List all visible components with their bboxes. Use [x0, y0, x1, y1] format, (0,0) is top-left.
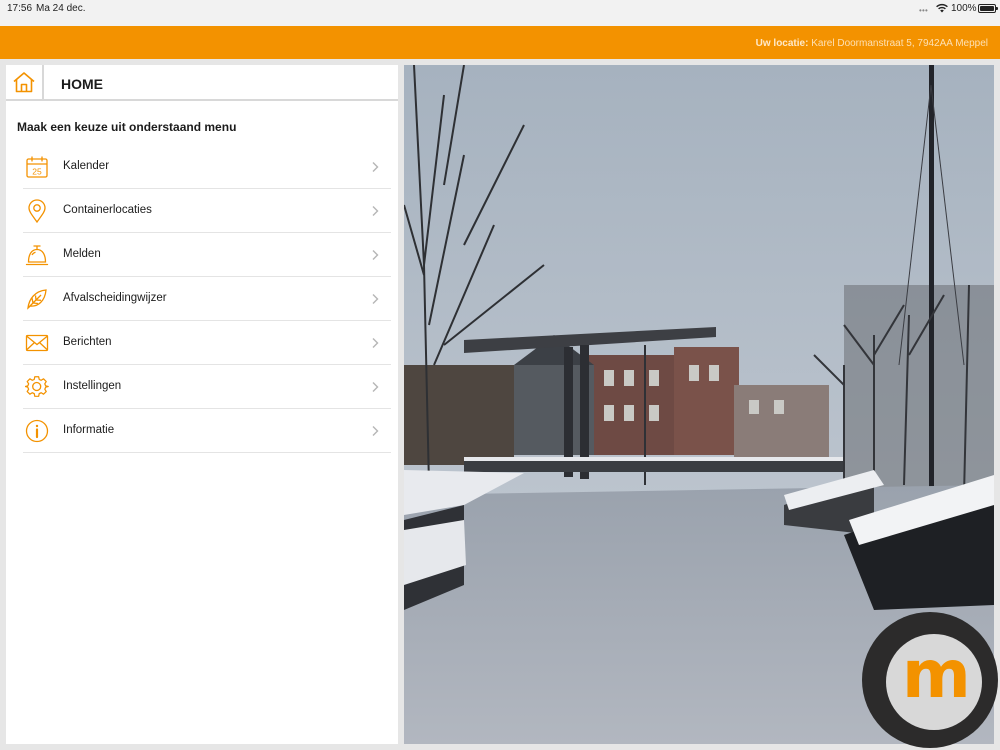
location-label: Uw locatie:: [755, 38, 809, 49]
menu-item-berichten[interactable]: Berichten: [23, 321, 391, 365]
page-title: HOME: [61, 76, 103, 92]
logo-letter: m: [902, 636, 971, 713]
menu-item-label: Instellingen: [63, 380, 122, 392]
battery-icon: [978, 4, 998, 13]
brand-logo: m: [862, 612, 998, 748]
location-address: Karel Doormanstraat 5, 7942AA Meppel: [811, 38, 988, 49]
main-menu: 25 Kalender Containerlocaties Melden Afv…: [23, 145, 391, 453]
status-time: 17:56: [7, 3, 33, 14]
menu-item-label: Kalender: [63, 160, 110, 172]
chevron-right-icon: [369, 424, 381, 436]
chevron-right-icon: [369, 336, 381, 348]
status-date: Ma 24 dec.: [36, 3, 86, 14]
leaf-icon: [25, 287, 49, 311]
info-icon: [25, 419, 49, 443]
envelope-icon: [25, 331, 49, 355]
chevron-right-icon: [369, 160, 381, 172]
panel-header: HOME: [6, 65, 398, 101]
menu-item-label: Containerlocaties: [63, 204, 152, 216]
menu-item-melden[interactable]: Melden: [23, 233, 391, 277]
service-bell-icon: [25, 243, 49, 267]
menu-item-instellingen[interactable]: Instellingen: [23, 365, 391, 409]
logo-inner-circle: m: [886, 634, 982, 730]
menu-panel: HOME Maak een keuze uit onderstaand menu…: [6, 65, 398, 744]
home-button[interactable]: [6, 65, 44, 99]
menu-item-label: Afvalscheidingwijzer: [63, 292, 167, 304]
calendar-icon: 25: [25, 155, 49, 179]
svg-text:25: 25: [32, 167, 42, 177]
multitask-dots-icon: • • •: [919, 6, 928, 15]
location-display[interactable]: Uw locatie: Karel Doormanstraat 5, 7942A…: [756, 38, 988, 49]
wifi-icon: [936, 3, 948, 13]
battery-percentage: 100%: [951, 3, 977, 14]
menu-item-afvalscheidingwijzer[interactable]: Afvalscheidingwijzer: [23, 277, 391, 321]
location-pin-icon: [25, 199, 49, 224]
top-bar: Uw locatie: Karel Doormanstraat 5, 7942A…: [0, 26, 1000, 59]
chevron-right-icon: [369, 292, 381, 304]
home-icon: [13, 72, 35, 93]
chevron-right-icon: [369, 248, 381, 260]
menu-item-label: Melden: [63, 248, 101, 260]
menu-item-label: Berichten: [63, 336, 112, 348]
menu-item-label: Informatie: [63, 424, 115, 436]
status-bar: 17:56 Ma 24 dec. • • • 100%: [0, 0, 1000, 26]
gear-icon: [24, 375, 49, 399]
menu-item-kalender[interactable]: 25 Kalender: [23, 145, 391, 189]
menu-intro-text: Maak een keuze uit onderstaand menu: [17, 120, 237, 134]
chevron-right-icon: [369, 380, 381, 392]
menu-item-informatie[interactable]: Informatie: [23, 409, 391, 453]
menu-item-containerlocaties[interactable]: Containerlocaties: [23, 189, 391, 233]
chevron-right-icon: [369, 204, 381, 216]
